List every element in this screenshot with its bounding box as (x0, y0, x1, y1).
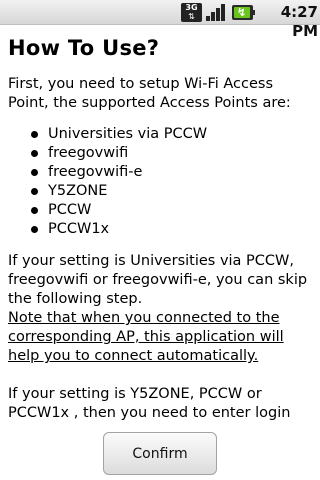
setting-universities-text: If your setting is Universities via PCCW… (8, 253, 308, 307)
signal-bar (211, 12, 215, 21)
bullet-icon (31, 207, 38, 214)
network-3g-icon: 3G ⇅ (181, 3, 202, 22)
bullet-icon (31, 226, 38, 233)
battery-tip (253, 10, 255, 15)
page-title: How To Use? (8, 36, 160, 60)
access-point-name: PCCW1x (48, 221, 110, 237)
bullet-icon (31, 150, 38, 157)
charging-bolt: ↯ (237, 6, 247, 19)
status-bar: 3G ⇅ ↯ 4:27 PM (0, 0, 320, 40)
signal-bar (216, 8, 220, 21)
bullet-icon (31, 188, 38, 195)
auto-connect-note: Note that when you connected to the corr… (8, 310, 284, 364)
signal-bar (206, 16, 210, 21)
battery-body: ↯ (232, 5, 253, 20)
bullet-icon (31, 131, 38, 138)
list-item: Y5ZONE (8, 182, 314, 201)
signal-bar (221, 4, 225, 21)
access-point-name: Y5ZONE (48, 183, 108, 199)
confirm-button[interactable]: Confirm (103, 432, 217, 475)
access-point-name: Universities via PCCW (48, 126, 208, 142)
list-item: freegovwifi-e (8, 163, 314, 182)
list-item: Universities via PCCW (8, 125, 314, 144)
instructions-content[interactable]: How To Use? First, you need to setup Wi-… (8, 34, 314, 429)
setting-login-text: If your setting is Y5ZONE, PCCW or PCCW1… (8, 386, 291, 421)
intro-text: First, you need to setup Wi-Fi Access Po… (8, 76, 291, 111)
battery-charging-icon: ↯ (232, 3, 256, 22)
list-item: PCCW (8, 201, 314, 220)
access-point-name: freegovwifi (48, 145, 129, 161)
access-point-name: PCCW (48, 202, 92, 218)
signal-strength-icon (206, 3, 228, 22)
list-item: PCCW1x (8, 220, 314, 239)
list-item: freegovwifi (8, 144, 314, 163)
data-activity-arrows: ⇅ (188, 12, 195, 21)
bullet-icon (31, 169, 38, 176)
access-point-list: Universities via PCCW freegovwifi freego… (8, 125, 314, 239)
access-point-name: freegovwifi-e (48, 164, 143, 180)
